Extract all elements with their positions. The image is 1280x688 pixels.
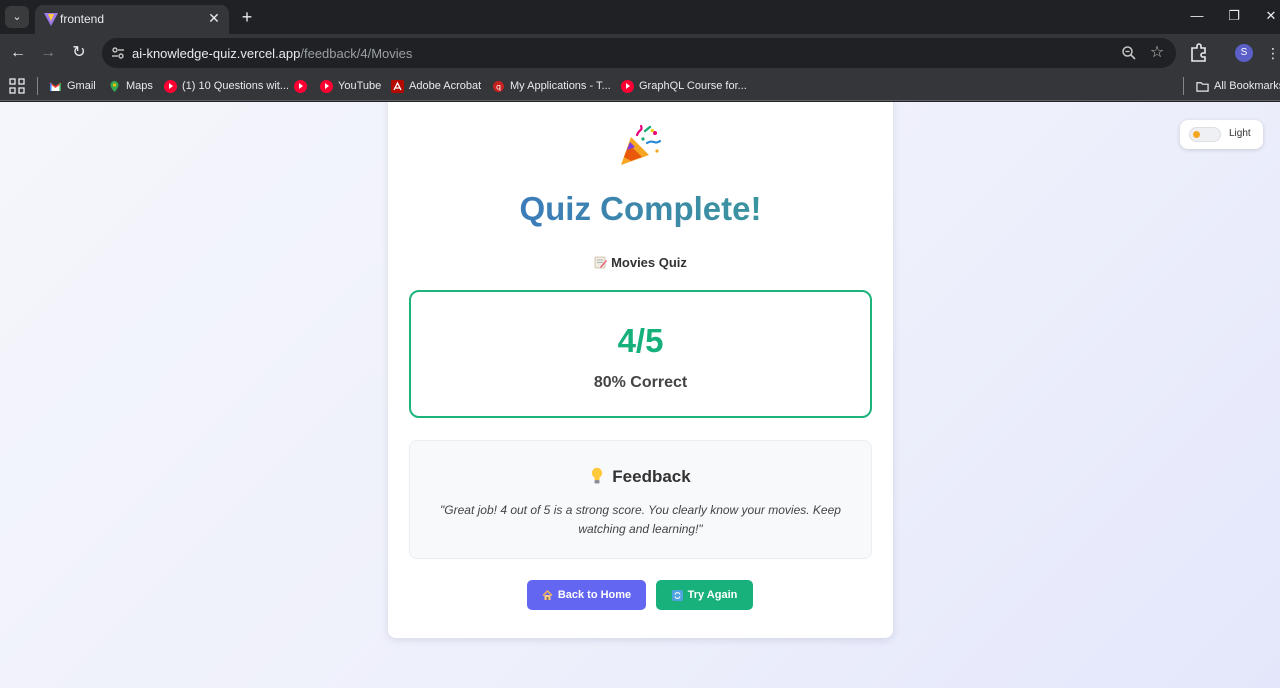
theme-switch[interactable] [1189, 127, 1221, 142]
forward-arrow-icon[interactable]: → [36, 41, 60, 65]
tab-frontend[interactable]: frontend ✕ [35, 5, 229, 34]
minimize-icon[interactable]: — [1184, 4, 1210, 28]
maps-icon [110, 80, 119, 92]
url-path: /feedback/4/Movies [300, 46, 413, 61]
bookmark-gmail[interactable]: Gmail [49, 76, 96, 96]
extensions-puzzle-icon[interactable] [1189, 42, 1209, 64]
memo-icon [594, 256, 608, 269]
youtube-icon [320, 79, 333, 93]
back-to-home-label: Back to Home [557, 589, 632, 601]
tab-title: frontend [60, 12, 105, 26]
folder-icon [1196, 81, 1209, 92]
retry-arrows-icon [671, 589, 683, 601]
feedback-heading: Feedback [410, 467, 871, 487]
feedback-heading-text: Feedback [612, 467, 691, 486]
tab-strip: ⌄ frontend ✕ + — ❐ ✕ [0, 0, 1280, 34]
tab-search-chevron-icon[interactable]: ⌄ [5, 6, 29, 28]
house-icon [542, 589, 553, 600]
bookmark-youtube-unlabeled[interactable] [294, 76, 307, 96]
quiz-subtitle: Movies Quiz [388, 255, 893, 270]
url-text: ai-knowledge-quiz.vercel.app/feedback/4/… [132, 46, 412, 61]
feedback-panel: Feedback "Great job! 4 out of 5 is a str… [409, 440, 872, 559]
bookmark-adobe-acrobat[interactable]: Adobe Acrobat [391, 76, 481, 96]
quiz-subtitle-text: Movies Quiz [611, 255, 687, 270]
bookmark-youtube-video[interactable]: (1) 10 Questions wit... [164, 76, 289, 96]
youtube-icon [164, 79, 177, 93]
bookmark-label: Adobe Acrobat [409, 80, 482, 92]
bookmarks-bar: Gmail Maps (1) 10 Questions wit... YouTu… [0, 72, 1280, 101]
svg-text:q: q [496, 82, 501, 91]
browser-menu-icon[interactable]: ⋮ [1266, 42, 1280, 64]
all-bookmarks-label: All Bookmarks [1214, 80, 1280, 92]
lightbulb-icon [592, 467, 603, 484]
try-again-button[interactable]: Try Again [656, 580, 753, 610]
apps-grid-icon[interactable] [9, 78, 25, 94]
score-value: 4/5 [617, 322, 664, 359]
acrobat-icon [391, 79, 404, 93]
zoom-icon[interactable] [1120, 44, 1138, 62]
bookmark-star-icon[interactable]: ☆ [1148, 44, 1166, 62]
bookmark-graphql-course[interactable]: GraphQL Course for... [621, 76, 747, 96]
bookmark-label: Gmail [67, 80, 96, 92]
try-again-label: Try Again [687, 589, 738, 601]
profile-avatar[interactable]: S [1235, 44, 1253, 62]
new-tab-plus-icon[interactable]: + [236, 6, 258, 28]
reload-icon[interactable]: ↻ [67, 41, 91, 65]
bookmarks-separator [37, 77, 38, 95]
all-bookmarks[interactable]: All Bookmarks [1196, 76, 1280, 96]
address-bar[interactable]: ai-knowledge-quiz.vercel.app/feedback/4/… [102, 38, 1176, 68]
theme-label: Light [1229, 128, 1251, 139]
bookmarks-separator [1183, 77, 1184, 95]
back-arrow-icon[interactable]: ← [6, 41, 30, 65]
feedback-text: "Great job! 4 out of 5 is a strong score… [440, 503, 841, 536]
bookmark-label: YouTube [338, 80, 382, 92]
bookmark-youtube[interactable]: YouTube [320, 76, 381, 96]
theme-toggle[interactable]: Light [1180, 120, 1263, 149]
bookmark-maps[interactable]: Maps [108, 76, 153, 96]
youtube-icon [621, 79, 634, 93]
youtube-icon [294, 79, 307, 93]
close-tab-icon[interactable]: ✕ [205, 9, 223, 27]
score-percent: 80% Correct [593, 374, 688, 391]
restore-icon[interactable]: ❐ [1221, 4, 1247, 28]
page-title: Quiz Complete! [388, 190, 893, 228]
gmail-icon [49, 81, 62, 91]
bookmark-label: Maps [126, 80, 153, 92]
bookmark-label: (1) 10 Questions wit... [182, 80, 289, 92]
url-domain: ai-knowledge-quiz.vercel.app [132, 46, 301, 61]
back-to-home-button[interactable]: Back to Home [527, 580, 646, 610]
bookmark-label: My Applications - T... [510, 80, 611, 92]
score-panel: 4/5 80% Correct [409, 290, 872, 418]
bookmark-label: GraphQL Course for... [639, 80, 747, 92]
app-icon: q [493, 80, 504, 92]
sun-knob-icon [1193, 131, 1200, 138]
party-popper-icon [621, 124, 662, 165]
close-window-icon[interactable]: ✕ [1258, 4, 1280, 28]
site-info-icon[interactable] [110, 45, 126, 61]
browser-toolbar: ← → ↻ ai-knowledge-quiz.vercel.app/feedb… [0, 34, 1280, 72]
result-card: Quiz Complete! Movies Quiz 4/5 80% Corre… [388, 102, 893, 638]
bookmark-my-applications[interactable]: q My Applications - T... [492, 76, 611, 96]
vite-favicon-icon [44, 13, 58, 26]
page-viewport: Light Quiz Complete! Movies Quiz 4/5 80%… [0, 102, 1280, 688]
